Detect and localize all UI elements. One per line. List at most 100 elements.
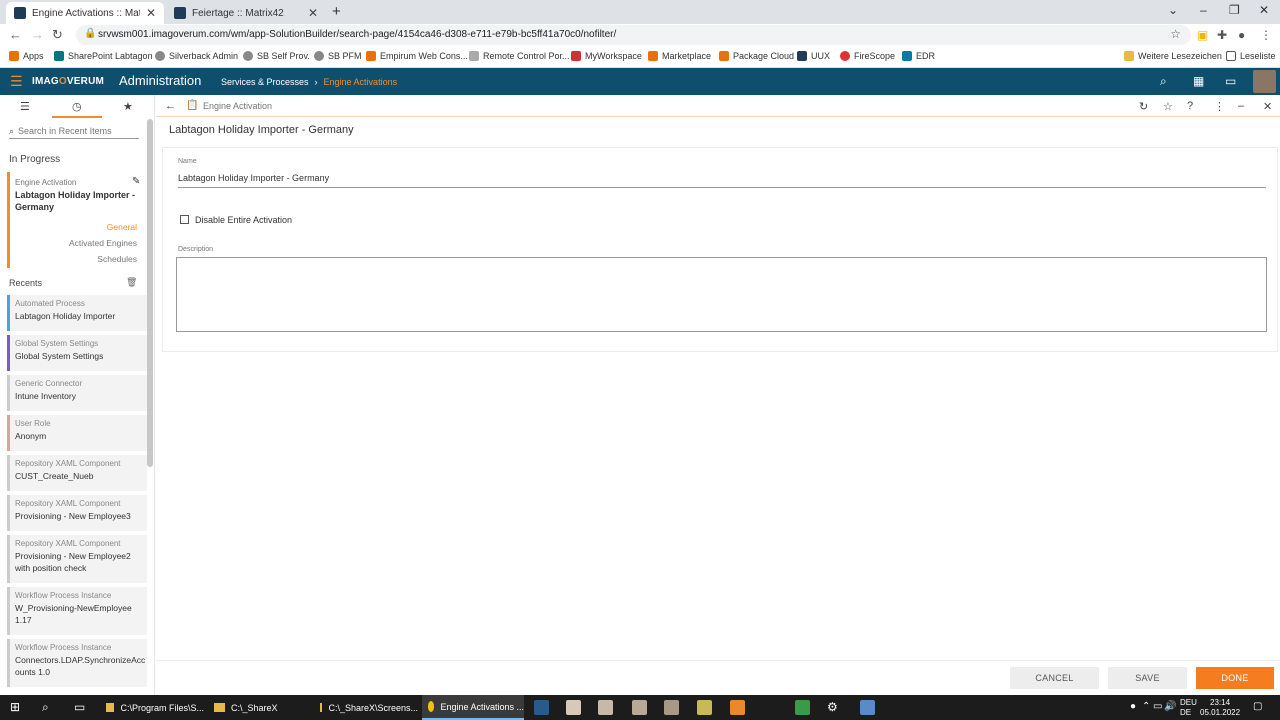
more-options-icon[interactable]: ⋮ (1214, 100, 1225, 113)
pinned-contact-icon[interactable] (632, 700, 647, 715)
volume-icon[interactable]: 🔊 (1164, 701, 1176, 712)
breadcrumb-engine-activations[interactable]: Engine Activations (324, 77, 398, 87)
recent-search-input[interactable]: ⌕ Search in Recent Items (9, 124, 139, 139)
pinned-contact-icon[interactable] (598, 700, 613, 715)
minimize-window-icon[interactable]: – (1200, 3, 1207, 17)
recent-item[interactable]: User Role Anonym (7, 415, 147, 451)
close-tab-icon[interactable]: ✕ (308, 6, 318, 20)
history-icon[interactable]: ◷ (72, 100, 82, 113)
bookmark-item[interactable]: Package Cloud (719, 51, 794, 61)
recent-item[interactable]: Global System Settings Global System Set… (7, 335, 147, 371)
browser-tab-engine-activations[interactable]: Engine Activations :: Matrix42 ✕ (6, 2, 164, 24)
save-button[interactable]: SAVE (1108, 667, 1187, 689)
favorite-star-icon[interactable]: ☆ (1163, 100, 1173, 113)
restore-window-icon[interactable]: ❐ (1229, 3, 1240, 17)
recent-item-type: Global System Settings (15, 339, 99, 348)
subnav-general[interactable]: General (107, 222, 137, 232)
taskbar-chrome-engine-activations[interactable]: Engine Activations ... (422, 695, 524, 720)
pinned-app-icon[interactable] (534, 700, 549, 715)
list-icon[interactable]: ☰ (20, 100, 30, 113)
reading-list-icon (1226, 51, 1236, 61)
recent-item[interactable]: Repository XAML Component CUST_Create_Nu… (7, 455, 147, 491)
chrome-tray-icon[interactable]: ● (1130, 701, 1136, 712)
back-arrow-icon[interactable]: ← (165, 100, 176, 112)
bookmark-item[interactable]: EDR (902, 51, 935, 61)
help-icon[interactable]: ? (1187, 100, 1193, 112)
search-icon[interactable]: ⌕ (42, 700, 49, 715)
settings-gear-icon[interactable]: ⚙ (827, 700, 838, 714)
pencil-edit-icon[interactable]: ✎ (132, 176, 140, 187)
recent-item[interactable]: Repository XAML Component Provisioning -… (7, 535, 147, 583)
bookmark-item[interactable]: Marketplace (648, 51, 711, 61)
extension-icon[interactable]: ▣ (1197, 28, 1208, 42)
taskbar-explorer-program-files[interactable]: C:\Program Files\S... (100, 695, 204, 720)
new-tab-icon[interactable]: + (332, 3, 341, 20)
disable-activation-checkbox[interactable] (180, 215, 189, 224)
network-icon[interactable]: ▭ (1153, 701, 1162, 712)
address-input[interactable]: 🔒 srvwsm001.imagoverum.com/wm/app-Soluti… (76, 25, 1191, 45)
cancel-button[interactable]: CANCEL (1010, 667, 1099, 689)
bookmark-item[interactable]: Empirum Web Cons... (366, 51, 468, 61)
reload-icon[interactable]: ↻ (52, 27, 63, 43)
notifications-icon[interactable]: ▢ (1253, 701, 1262, 712)
close-tab-icon[interactable]: ✕ (146, 6, 156, 20)
bookmark-item[interactable]: MyWorkspace (571, 51, 642, 61)
taskbar-explorer-sharex[interactable]: C:\_ShareX (208, 695, 310, 720)
bookmark-reading-list[interactable]: Leseliste (1226, 51, 1276, 61)
subnav-activated-engines[interactable]: Activated Engines (69, 238, 137, 248)
name-field[interactable]: Labtagon Holiday Importer - Germany (178, 170, 1266, 188)
browser-tab-feiertage[interactable]: Feiertage :: Matrix42 ✕ (166, 2, 326, 24)
minimize-icon[interactable]: – (1238, 100, 1244, 112)
task-view-icon[interactable]: ▭ (74, 700, 85, 714)
current-item-card[interactable]: Engine Activation ✎ Labtagon Holiday Imp… (7, 172, 147, 268)
presentation-icon[interactable]: ▭ (1225, 74, 1236, 88)
browser-menu-icon[interactable]: ⋮ (1260, 28, 1272, 42)
recent-item-name: Connectors.LDAP.SynchronizeAccounts 1.0 (15, 655, 146, 677)
close-icon[interactable]: ✕ (1263, 100, 1272, 113)
bookmark-item[interactable]: FireScope (840, 51, 895, 61)
breadcrumb-services-processes[interactable]: Services & Processes (221, 77, 309, 87)
recent-item[interactable]: Automated Process Labtagon Holiday Impor… (7, 295, 147, 331)
bookmark-item[interactable]: SB PFM (314, 51, 362, 61)
done-button[interactable]: DONE (1196, 667, 1274, 689)
hamburger-menu-icon[interactable]: ☰ (10, 73, 23, 90)
apps-grid-icon[interactable]: ▦ (1193, 74, 1204, 88)
recent-item[interactable]: Generic Connector Intune Inventory (7, 375, 147, 411)
tray-overflow-icon[interactable]: ⌃ (1142, 701, 1150, 712)
forward-arrow-icon[interactable]: → (31, 27, 44, 42)
description-textarea[interactable] (176, 257, 1267, 332)
user-avatar[interactable] (1253, 70, 1276, 93)
extensions-puzzle-icon[interactable]: ✚ (1217, 28, 1227, 42)
windows-start-icon[interactable]: ⊞ (10, 700, 20, 714)
pinned-contact-icon[interactable] (566, 700, 581, 715)
search-icon[interactable]: ⌕ (1160, 74, 1167, 89)
pinned-app-icon[interactable] (697, 700, 712, 715)
close-window-icon[interactable]: ✕ (1259, 3, 1269, 17)
refresh-icon[interactable]: ↻ (1139, 100, 1148, 113)
pinned-app-icon[interactable] (730, 700, 745, 715)
pinned-app-icon[interactable] (860, 700, 875, 715)
recent-item[interactable]: Repository XAML Component Provisioning -… (7, 495, 147, 531)
bookmark-other-folder[interactable]: Weitere Lesezeichen (1124, 51, 1222, 61)
sidebar-scrollbar[interactable] (147, 119, 153, 467)
taskbar-explorer-screenshots[interactable]: C:\_ShareX\Screens... (314, 695, 418, 720)
bookmark-item[interactable]: Silverback Admin (155, 51, 238, 61)
bookmark-apps[interactable]: Apps (9, 51, 44, 61)
bookmark-item[interactable]: UUX (797, 51, 830, 61)
bookmark-item[interactable]: SB Self Prov. (243, 51, 310, 61)
pinned-app-icon[interactable] (795, 700, 810, 715)
system-clock[interactable]: 23:14 05.01.2022 (1200, 698, 1240, 718)
favorites-star-icon[interactable]: ★ (123, 100, 133, 113)
profile-icon[interactable]: ● (1238, 28, 1245, 42)
bookmark-item[interactable]: Remote Control Por... (469, 51, 570, 61)
recent-item[interactable]: Workflow Process Instance W_Provisioning… (7, 587, 147, 635)
tab-search-chevron-icon[interactable]: ⌄ (1168, 3, 1178, 17)
recent-item[interactable]: Workflow Process Instance Connectors.LDA… (7, 639, 147, 687)
bookmark-item[interactable]: SharePoint Labtagon (54, 51, 153, 61)
pinned-contact-icon[interactable] (664, 700, 679, 715)
clear-recents-trash-icon[interactable]: 🗑 (126, 277, 137, 288)
input-language[interactable]: DEU DE (1180, 698, 1197, 718)
subnav-schedules[interactable]: Schedules (97, 254, 137, 264)
back-arrow-icon[interactable]: ← (9, 27, 22, 42)
bookmark-star-icon[interactable]: ☆ (1170, 27, 1181, 41)
